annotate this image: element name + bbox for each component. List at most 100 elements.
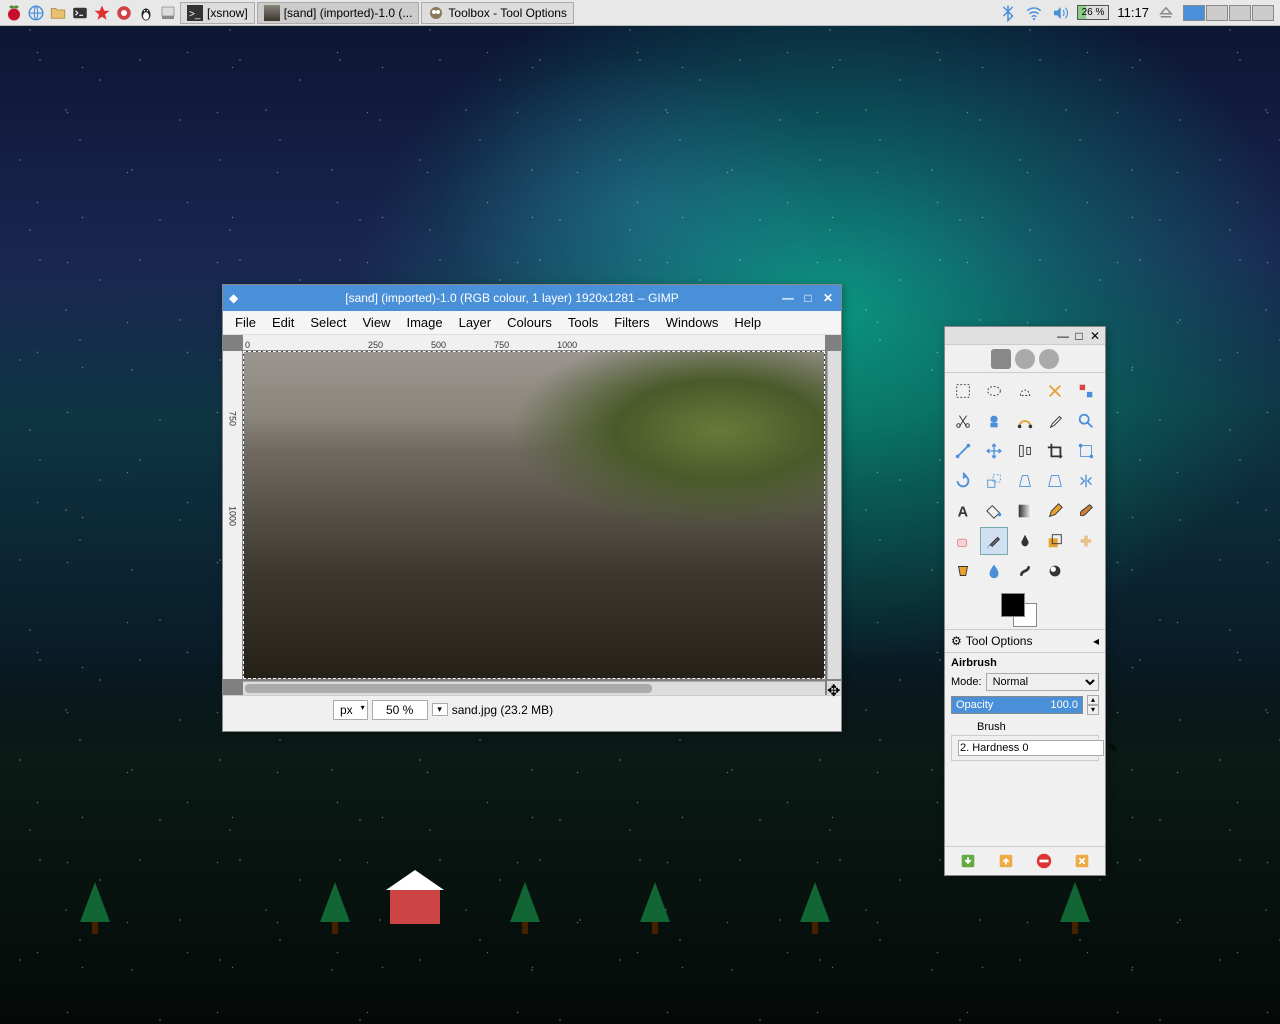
workspace-3[interactable] bbox=[1229, 5, 1251, 21]
show-desktop-icon[interactable] bbox=[158, 3, 178, 23]
crop-tool[interactable] bbox=[1041, 437, 1069, 465]
menu-colours[interactable]: Colours bbox=[501, 313, 558, 332]
image-content bbox=[244, 352, 824, 678]
taskbar-item-xsnow[interactable]: >_ [xsnow] bbox=[180, 2, 255, 24]
minimize-button[interactable]: — bbox=[781, 291, 795, 305]
menu-filters[interactable]: Filters bbox=[608, 313, 655, 332]
dodge-tool[interactable] bbox=[1041, 557, 1069, 585]
restore-options-icon[interactable] bbox=[996, 851, 1016, 871]
workspace-switcher[interactable] bbox=[1183, 5, 1274, 21]
menu-file[interactable]: File bbox=[229, 313, 262, 332]
close-button[interactable]: ✕ bbox=[821, 291, 835, 305]
menu-edit[interactable]: Edit bbox=[266, 313, 300, 332]
gimp-toolbox-window: — □ ✕ A bbox=[944, 326, 1106, 876]
unit-selector[interactable]: px bbox=[333, 700, 368, 720]
menu-image[interactable]: Image bbox=[400, 313, 448, 332]
workspace-4[interactable] bbox=[1252, 5, 1274, 21]
measure-tool[interactable] bbox=[949, 437, 977, 465]
taskbar-item-gimp-toolbox[interactable]: Toolbox - Tool Options bbox=[421, 2, 574, 24]
web-browser-icon[interactable] bbox=[26, 3, 46, 23]
move-tool[interactable] bbox=[980, 437, 1008, 465]
unified-transform-tool[interactable] bbox=[1072, 437, 1100, 465]
navigate-icon[interactable]: ✥ bbox=[827, 681, 841, 695]
gimp-titlebar[interactable]: ◆ [sand] (imported)-1.0 (RGB colour, 1 l… bbox=[223, 285, 841, 311]
maximize-button[interactable]: □ bbox=[801, 291, 815, 305]
vertical-scrollbar[interactable] bbox=[827, 351, 841, 679]
clock[interactable]: 11:17 bbox=[1117, 5, 1149, 20]
app-icon-circle[interactable] bbox=[114, 3, 134, 23]
taskbar-item-gimp-image[interactable]: [sand] (imported)-1.0 (... bbox=[257, 2, 420, 24]
brush-name-field[interactable] bbox=[958, 740, 1104, 756]
foreground-color[interactable] bbox=[1001, 593, 1025, 617]
tool-options-header[interactable]: ⚙ Tool Options ◂ bbox=[945, 629, 1105, 653]
opacity-up[interactable]: ▴ bbox=[1087, 695, 1099, 705]
brush-edit-icon[interactable]: ✎ bbox=[1108, 741, 1118, 755]
wifi-icon[interactable] bbox=[1025, 4, 1043, 22]
delete-options-icon[interactable] bbox=[1034, 851, 1054, 871]
shear-tool[interactable] bbox=[1011, 467, 1039, 495]
smudge-tool[interactable] bbox=[1011, 557, 1039, 585]
vertical-ruler[interactable]: 750 1000 bbox=[223, 351, 243, 679]
perspective-clone-tool[interactable] bbox=[949, 557, 977, 585]
gimp-canvas[interactable] bbox=[243, 351, 825, 679]
zoom-tool[interactable] bbox=[1072, 407, 1100, 435]
pencil-tool[interactable] bbox=[1041, 497, 1069, 525]
workspace-1[interactable] bbox=[1183, 5, 1205, 21]
scissors-tool[interactable] bbox=[949, 407, 977, 435]
eraser-tool[interactable] bbox=[949, 527, 977, 555]
volume-icon[interactable] bbox=[1051, 4, 1069, 22]
paintbrush-tool[interactable] bbox=[1072, 497, 1100, 525]
ink-tool[interactable] bbox=[1011, 527, 1039, 555]
menu-layer[interactable]: Layer bbox=[453, 313, 498, 332]
reset-options-icon[interactable] bbox=[1072, 851, 1092, 871]
scale-tool[interactable] bbox=[980, 467, 1008, 495]
blur-tool[interactable] bbox=[980, 557, 1008, 585]
bluetooth-icon[interactable] bbox=[999, 4, 1017, 22]
menu-view[interactable]: View bbox=[357, 313, 397, 332]
color-picker-tool[interactable] bbox=[1041, 407, 1069, 435]
file-manager-icon[interactable] bbox=[48, 3, 68, 23]
text-tool[interactable]: A bbox=[949, 497, 977, 525]
gimp-menubar: File Edit Select View Image Layer Colour… bbox=[223, 311, 841, 335]
app-icon-red[interactable] bbox=[92, 3, 112, 23]
free-select-tool[interactable] bbox=[1011, 377, 1039, 405]
color-select-tool[interactable] bbox=[1072, 377, 1100, 405]
heal-tool[interactable] bbox=[1072, 527, 1100, 555]
horizontal-ruler[interactable]: 0 250 500 750 1000 bbox=[243, 335, 825, 351]
zoom-dropdown[interactable]: ▾ bbox=[432, 703, 448, 716]
align-tool[interactable] bbox=[1011, 437, 1039, 465]
zoom-field[interactable]: 50 % bbox=[372, 700, 428, 720]
flip-tool[interactable] bbox=[1072, 467, 1100, 495]
app-icon-tux[interactable] bbox=[136, 3, 156, 23]
mode-select[interactable]: Normal bbox=[986, 673, 1099, 691]
menu-tools[interactable]: Tools bbox=[562, 313, 604, 332]
airbrush-tool[interactable] bbox=[980, 527, 1008, 555]
toolbox-close-button[interactable]: ✕ bbox=[1089, 330, 1101, 342]
fuzzy-select-tool[interactable] bbox=[1041, 377, 1069, 405]
toolbox-minimize-button[interactable]: — bbox=[1057, 330, 1069, 342]
rotate-tool[interactable] bbox=[949, 467, 977, 495]
menu-windows[interactable]: Windows bbox=[660, 313, 725, 332]
clone-tool[interactable] bbox=[1041, 527, 1069, 555]
battery-indicator[interactable]: 26 % bbox=[1077, 5, 1110, 20]
detach-icon[interactable]: ◂ bbox=[1093, 634, 1099, 648]
gradient-tool[interactable] bbox=[1011, 497, 1039, 525]
opacity-down[interactable]: ▾ bbox=[1087, 705, 1099, 715]
workspace-2[interactable] bbox=[1206, 5, 1228, 21]
eject-icon[interactable] bbox=[1157, 4, 1175, 22]
menu-select[interactable]: Select bbox=[304, 313, 352, 332]
ellipse-select-tool[interactable] bbox=[980, 377, 1008, 405]
terminal-icon[interactable] bbox=[70, 3, 90, 23]
raspberry-menu-icon[interactable] bbox=[4, 3, 24, 23]
opacity-slider[interactable]: Opacity 100.0 bbox=[951, 696, 1083, 714]
bucket-fill-tool[interactable] bbox=[980, 497, 1008, 525]
paths-tool[interactable] bbox=[1011, 407, 1039, 435]
foreground-select-tool[interactable] bbox=[980, 407, 1008, 435]
horizontal-scrollbar[interactable] bbox=[243, 681, 825, 695]
save-options-icon[interactable] bbox=[958, 851, 978, 871]
toolbox-titlebar[interactable]: — □ ✕ bbox=[945, 327, 1105, 345]
toolbox-maximize-button[interactable]: □ bbox=[1073, 330, 1085, 342]
rect-select-tool[interactable] bbox=[949, 377, 977, 405]
perspective-tool[interactable] bbox=[1041, 467, 1069, 495]
menu-help[interactable]: Help bbox=[728, 313, 767, 332]
